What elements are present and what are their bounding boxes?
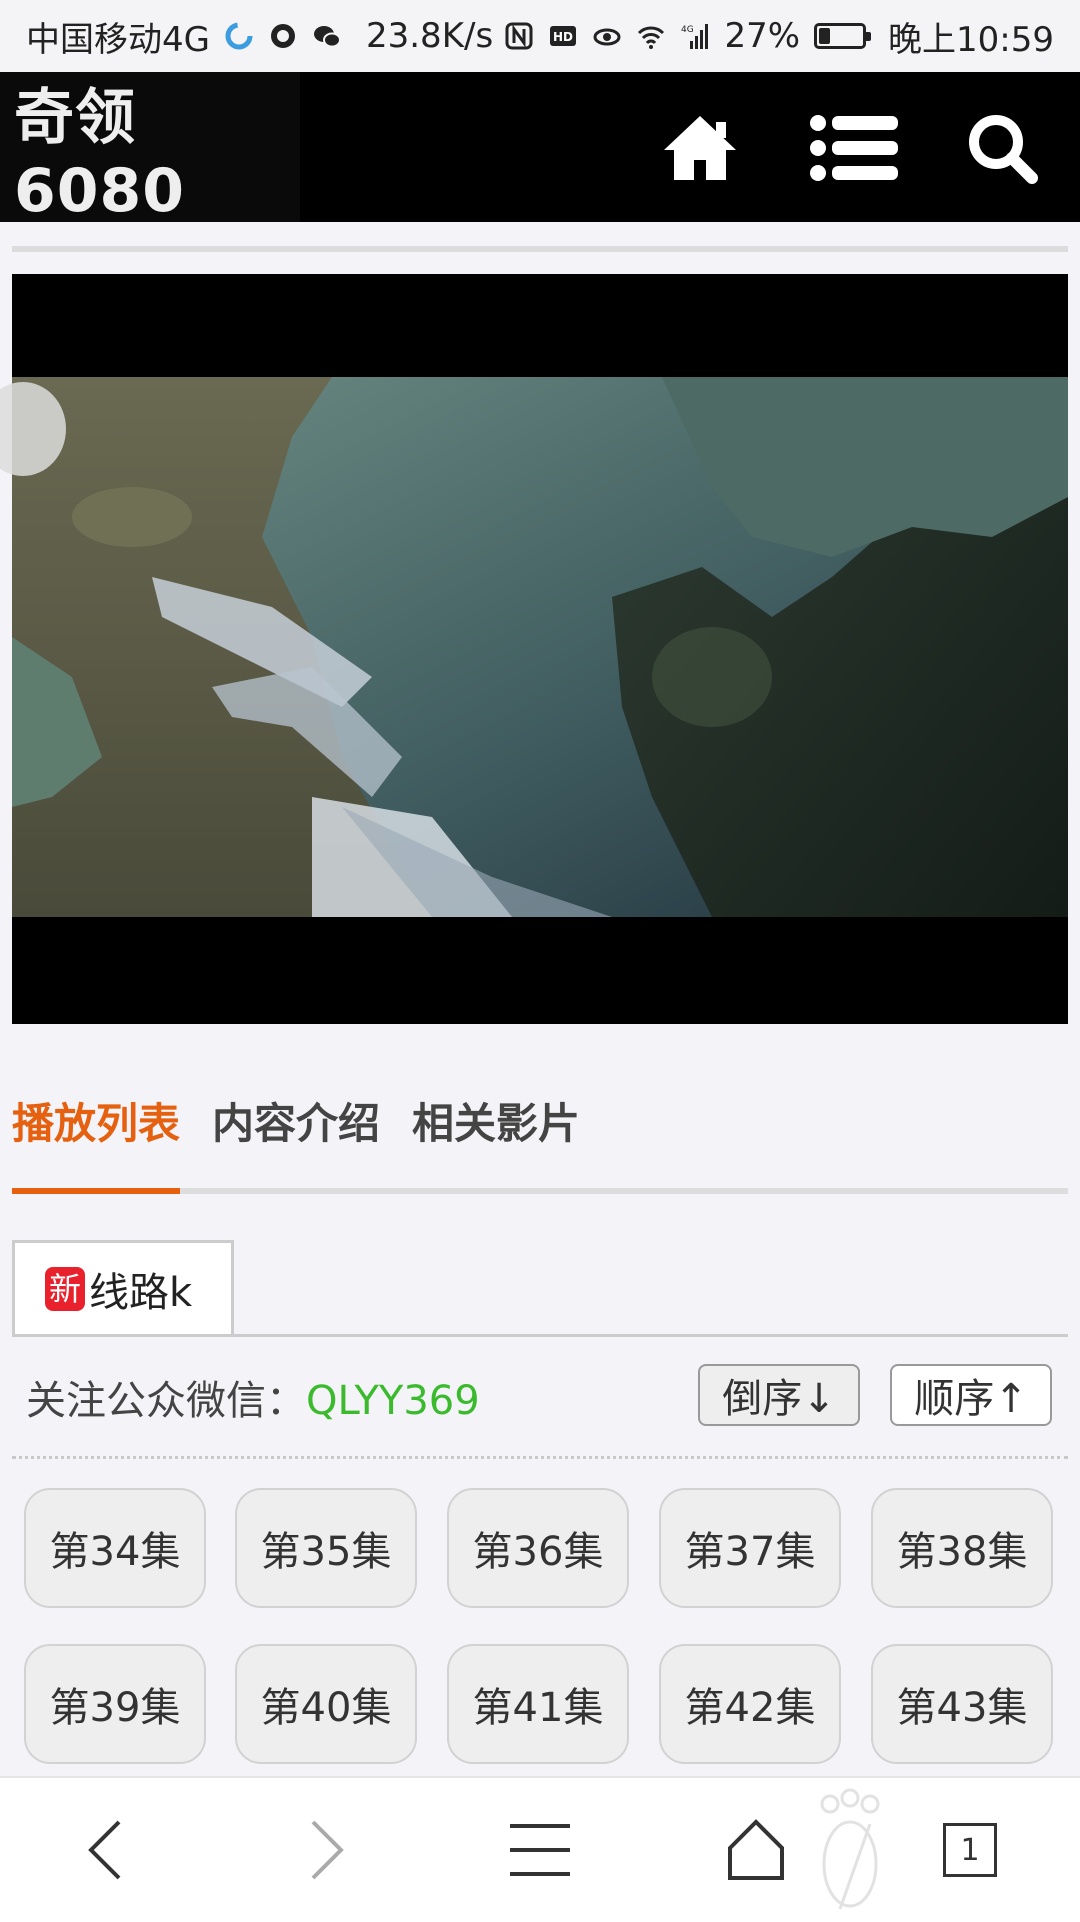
episode-button[interactable]: 第43集 [871, 1644, 1053, 1764]
tabs-underline [12, 1188, 1068, 1194]
browser-bottom-bar: 1 [0, 1776, 1080, 1922]
menu-button[interactable] [500, 1808, 580, 1892]
new-badge: 新 [45, 1266, 86, 1311]
search-icon [969, 115, 1038, 184]
site-logo[interactable]: 奇领6080 [0, 72, 300, 226]
dotted-divider [12, 1456, 1068, 1459]
follow-prefix: 关注公众微信： [26, 1378, 306, 1424]
episode-button[interactable]: 第42集 [659, 1644, 841, 1764]
network-type: 4G [681, 25, 694, 35]
tabs-button[interactable]: 1 [940, 1808, 1000, 1892]
wechat-icon [313, 26, 341, 48]
menu-button[interactable] [806, 100, 902, 196]
video-player[interactable] [12, 274, 1068, 1024]
home-icon [664, 116, 736, 180]
forward-icon [311, 1820, 344, 1880]
clock: 晚上10:59 [888, 19, 1054, 60]
sort-asc-button[interactable]: 顺序↑ [890, 1364, 1052, 1426]
episode-button[interactable]: 第34集 [24, 1488, 206, 1608]
episode-button[interactable]: 第39集 [24, 1644, 206, 1764]
home-button[interactable] [652, 100, 748, 196]
episode-button[interactable]: 第41集 [447, 1644, 629, 1764]
episode-button[interactable]: 第37集 [659, 1488, 841, 1608]
route-tabs: 新 线路k [12, 1240, 1068, 1337]
episode-button[interactable]: 第35集 [235, 1488, 417, 1608]
tab-playlist[interactable]: 播放列表 [12, 1090, 180, 1151]
back-button[interactable] [66, 1808, 146, 1892]
status-bar: 中国移动4G 23.8K/s HD 4G 27% 晚上10:59 [0, 0, 1080, 72]
route-label: 线路k [89, 1269, 193, 1316]
wifi-icon [638, 26, 665, 49]
carrier-label: 中国移动4G [26, 19, 210, 60]
episode-button[interactable]: 第38集 [871, 1488, 1053, 1608]
route-tab-k[interactable]: 新 线路k [12, 1240, 234, 1334]
hd-icon: HD [550, 26, 577, 46]
footprint-watermark-icon [820, 1788, 880, 1910]
back-icon [88, 1820, 121, 1880]
tab-description[interactable]: 内容介绍 [212, 1090, 380, 1151]
loading-icon [225, 22, 253, 50]
active-tab-indicator [12, 1188, 180, 1194]
eye-icon [593, 28, 621, 46]
site-header: 奇领6080 [0, 72, 1080, 226]
tab-related[interactable]: 相关影片 [412, 1090, 580, 1151]
network-speed: 23.8K/s [365, 16, 494, 56]
battery-fill [819, 28, 831, 44]
episode-button[interactable]: 第40集 [235, 1644, 417, 1764]
home-icon [728, 1819, 784, 1880]
wechat-code: QLYY369 [306, 1378, 480, 1424]
forward-button[interactable] [286, 1808, 366, 1892]
follow-wechat-text: 关注公众微信：QLYY369 [26, 1368, 480, 1426]
tabs-icon: 1 [943, 1823, 997, 1877]
menu-icon [810, 115, 898, 181]
battery-percent: 27% [724, 16, 801, 56]
home-button[interactable] [716, 1808, 796, 1892]
episode-button[interactable]: 第36集 [447, 1488, 629, 1608]
content-tabs: 播放列表 内容介绍 相关影片 [12, 1090, 580, 1151]
qq-icon [270, 24, 295, 48]
menu-icon [510, 1824, 570, 1876]
header-divider [12, 246, 1068, 252]
nfc-icon [505, 22, 533, 50]
signal-icon: 4G [681, 24, 709, 49]
battery-icon [814, 23, 872, 49]
video-frame [12, 377, 1068, 917]
search-button[interactable] [954, 100, 1050, 196]
sort-desc-button[interactable]: 倒序↓ [698, 1364, 860, 1426]
svg-text:HD: HD [553, 30, 573, 44]
